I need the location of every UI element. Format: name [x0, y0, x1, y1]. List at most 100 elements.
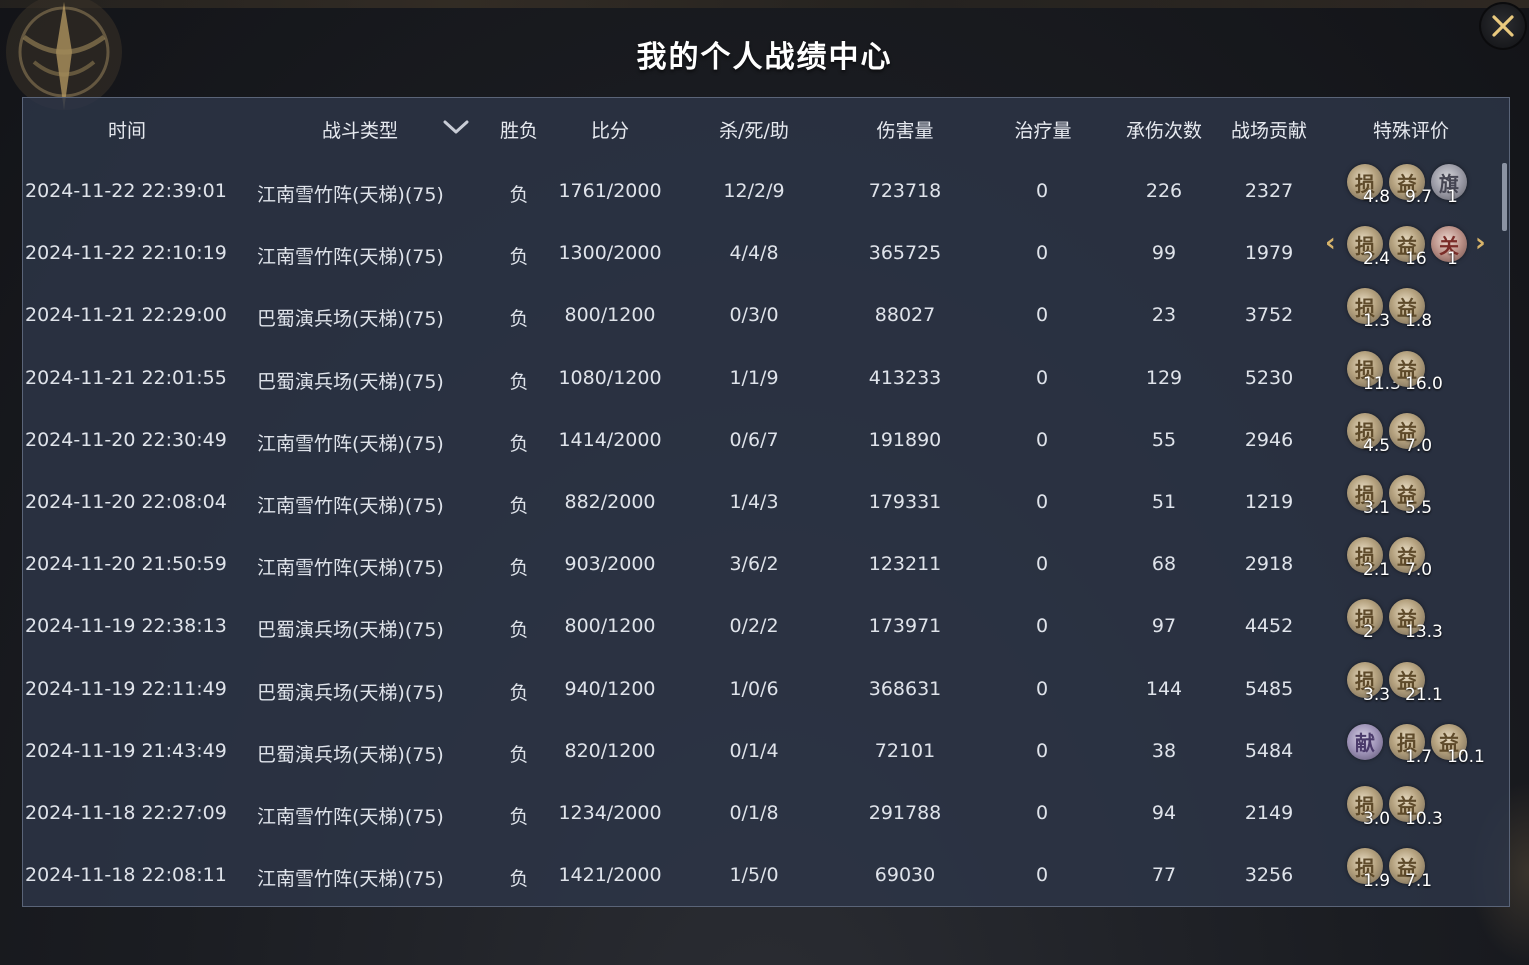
rating-value: 1.8 — [1405, 311, 1433, 332]
cell-time: 2024-11-22 22:10:19 — [25, 242, 227, 265]
cell-contribution: 5485 — [1244, 677, 1294, 700]
scrollbar[interactable] — [1501, 160, 1507, 900]
table-row[interactable]: 2024-11-19 22:11:49 巴蜀演兵场(天梯)(75) 负 940/120… — [23, 658, 1509, 720]
cell-hits: 77 — [1151, 864, 1177, 887]
rating-value: 1 — [1447, 249, 1458, 270]
cell-heal: 0 — [1035, 242, 1049, 265]
rating-badge-icon[interactable]: 献 — [1347, 723, 1383, 760]
cell-hits: 51 — [1151, 491, 1177, 513]
cell-contribution: 2946 — [1244, 428, 1294, 451]
table-row[interactable]: 2024-11-19 22:38:13 巴蜀演兵场(天梯)(75) 负 800/120… — [23, 595, 1509, 657]
rating-value: 7.1 — [1405, 871, 1433, 892]
cell-type: 巴蜀演兵场(天梯)(75) — [257, 681, 444, 704]
rating-value: 2.1 — [1363, 560, 1391, 581]
rating-value: 1.9 — [1363, 871, 1391, 892]
table-row[interactable]: 2024-11-18 22:08:11 江南雪竹阵(天梯)(75) 负 1421/20… — [23, 844, 1509, 906]
cell-time: 2024-11-20 22:08:04 — [25, 491, 227, 513]
table-row[interactable]: 2024-11-20 22:30:49 江南雪竹阵(天梯)(75) 负 1414/20… — [23, 409, 1509, 471]
cell-result: 负 — [509, 495, 529, 517]
cell-contribution: 2149 — [1244, 802, 1294, 824]
cell-type: 江南雪竹阵(天梯)(75) — [257, 246, 444, 269]
cell-result: 负 — [509, 370, 529, 393]
cell-result: 负 — [509, 868, 529, 891]
cell-kda: 1/5/0 — [729, 864, 779, 887]
rating-value: 16 — [1405, 249, 1427, 270]
rating-value: 16.0 — [1405, 373, 1443, 394]
cell-kda: 4/4/8 — [729, 242, 779, 265]
chevron-left-icon[interactable]: ‹ — [1325, 228, 1336, 258]
cell-score: 903/2000 — [564, 553, 656, 576]
cell-result: 负 — [509, 681, 529, 704]
table-row[interactable]: 2024-11-20 21:50:59 江南雪竹阵(天梯)(75) 负 903/200… — [23, 533, 1509, 595]
rating-value: 3.0 — [1363, 809, 1391, 829]
col-kda: 杀/死/助 — [719, 120, 789, 142]
cell-kda: 0/3/0 — [729, 304, 779, 327]
cell-damage: 88027 — [874, 304, 936, 327]
cell-type: 巴蜀演兵场(天梯)(75) — [257, 370, 444, 393]
scrollbar-thumb[interactable] — [1502, 163, 1507, 231]
table-row[interactable]: 2024-11-19 21:43:49 巴蜀演兵场(天梯)(75) 负 820/120… — [23, 720, 1509, 782]
cell-damage: 291788 — [868, 802, 942, 824]
cell-kda: 1/1/9 — [729, 366, 779, 389]
cell-score: 1421/2000 — [558, 864, 662, 887]
col-type: 战斗类型 — [321, 120, 399, 142]
col-time: 时间 — [107, 120, 147, 142]
cell-damage: 69030 — [874, 864, 936, 887]
cell-time: 2024-11-19 22:38:13 — [25, 615, 227, 638]
cell-result: 负 — [509, 806, 529, 828]
cell-time: 2024-11-22 22:39:01 — [25, 180, 227, 202]
cell-contribution: 1219 — [1244, 491, 1294, 513]
cell-score: 1300/2000 — [558, 242, 662, 265]
table-row[interactable]: 2024-11-21 22:01:55 巴蜀演兵场(天梯)(75) 负 1080/12… — [23, 347, 1509, 409]
cell-contribution: 5230 — [1244, 366, 1294, 389]
table-row[interactable]: 2024-11-22 22:10:19 江南雪竹阵(天梯)(75) 负 1300/20… — [23, 222, 1509, 284]
table-header: 时间 战斗类型 胜负 比分 杀/死/助 伤害量 治疗量 承伤次数 战场贡献 特殊… — [23, 98, 1509, 160]
cell-hits: 68 — [1151, 553, 1177, 576]
cell-heal: 0 — [1035, 428, 1049, 451]
cell-score: 1761/2000 — [558, 180, 662, 202]
chevron-down-icon[interactable] — [442, 118, 470, 136]
cell-type: 江南雪竹阵(天梯)(75) — [257, 557, 444, 580]
cell-contribution: 2327 — [1244, 180, 1294, 202]
cell-contribution: 3256 — [1244, 864, 1294, 887]
table-row[interactable]: 2024-11-18 22:27:09 江南雪竹阵(天梯)(75) 负 1234/20… — [23, 782, 1509, 844]
col-heal: 治疗量 — [1014, 120, 1072, 142]
cell-type: 江南雪竹阵(天梯)(75) — [257, 868, 444, 891]
rating-value: 4.5 — [1363, 435, 1391, 456]
cell-hits: 38 — [1151, 739, 1177, 762]
record-table: 时间 战斗类型 胜负 比分 杀/死/助 伤害量 治疗量 承伤次数 战场贡献 特殊… — [22, 97, 1510, 907]
table-row[interactable]: 2024-11-22 22:39:01 江南雪竹阵(天梯)(75) 负 1761/20… — [23, 160, 1509, 222]
cell-score: 882/2000 — [564, 491, 656, 513]
cell-time: 2024-11-20 22:30:49 — [25, 428, 227, 451]
rating-value: 1.3 — [1363, 311, 1391, 332]
table-row[interactable]: 2024-11-21 22:29:00 巴蜀演兵场(天梯)(75) 负 800/120… — [23, 284, 1509, 346]
cell-contribution: 4452 — [1244, 615, 1294, 638]
cell-heal: 0 — [1035, 864, 1049, 887]
cell-heal: 0 — [1035, 366, 1049, 389]
rating-value: 3.1 — [1363, 498, 1391, 518]
chevron-right-icon[interactable]: › — [1475, 228, 1486, 258]
rating-value: 2.4 — [1363, 249, 1391, 270]
cell-contribution: 3752 — [1244, 304, 1294, 327]
cell-type: 江南雪竹阵(天梯)(75) — [257, 806, 444, 828]
cell-time: 2024-11-21 22:29:00 — [25, 304, 227, 327]
top-border — [0, 0, 1529, 8]
col-rating: 特殊评价 — [1372, 120, 1450, 142]
cell-kda: 0/2/2 — [729, 615, 779, 638]
cell-heal: 0 — [1035, 615, 1049, 638]
rating-value: 7.0 — [1405, 560, 1433, 581]
rating-value: 10.1 — [1447, 746, 1485, 767]
cell-damage: 191890 — [868, 428, 942, 451]
cell-type: 江南雪竹阵(天梯)(75) — [257, 432, 444, 455]
cell-time: 2024-11-19 21:43:49 — [25, 739, 227, 762]
cell-score: 820/1200 — [564, 739, 656, 762]
cell-score: 1080/1200 — [558, 366, 662, 389]
table-row[interactable]: 2024-11-20 22:08:04 江南雪竹阵(天梯)(75) 负 882/200… — [23, 471, 1509, 533]
rating-value: 2 — [1363, 622, 1374, 643]
cell-damage: 72101 — [874, 739, 936, 762]
cell-type: 巴蜀演兵场(天梯)(75) — [257, 743, 444, 766]
cell-damage: 173971 — [868, 615, 942, 638]
cell-result: 负 — [509, 246, 529, 269]
cell-heal: 0 — [1035, 491, 1049, 513]
cell-contribution: 2918 — [1244, 553, 1294, 576]
